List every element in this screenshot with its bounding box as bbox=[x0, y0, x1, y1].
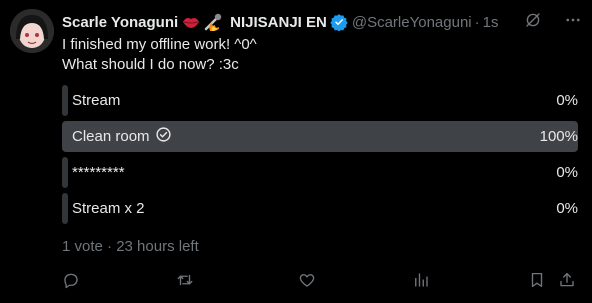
poll-option[interactable]: ********* 0% bbox=[62, 157, 578, 188]
poll-option-percent: 0% bbox=[556, 92, 578, 109]
tweet-header: Scarle Yonaguni NIJISANJI EN @ScarleYona… bbox=[62, 12, 582, 32]
views-icon[interactable] bbox=[412, 271, 430, 289]
tweet-text-line: I finished my offline work! ^0^ bbox=[62, 36, 257, 53]
timestamp[interactable]: 1s bbox=[483, 14, 499, 31]
handle[interactable]: @ScarleYonaguni bbox=[352, 14, 472, 31]
poll-meta: 1 vote · 23 hours left bbox=[62, 238, 199, 255]
bookmark-icon[interactable] bbox=[528, 271, 546, 289]
display-name[interactable]: Scarle Yonaguni bbox=[62, 14, 178, 31]
poll-option-percent: 100% bbox=[539, 128, 578, 145]
microphone-fire-emoji-icon bbox=[204, 13, 226, 31]
more-icon[interactable] bbox=[564, 11, 582, 33]
poll-option[interactable]: Stream x 2 0% bbox=[62, 193, 578, 224]
poll-option[interactable]: Clean room 100% bbox=[62, 121, 578, 152]
verified-badge-icon[interactable] bbox=[330, 13, 348, 31]
action-bar bbox=[62, 269, 580, 291]
poll-option-label: Clean room bbox=[72, 128, 150, 145]
poll-option-label-wrap: Clean room bbox=[62, 126, 172, 147]
separator-dot: · bbox=[474, 13, 480, 31]
poll: Stream 0% Clean room 100% ********* 0% S… bbox=[62, 85, 578, 229]
poll-option-percent: 0% bbox=[556, 164, 578, 181]
affiliation-name[interactable]: NIJISANJI EN bbox=[230, 14, 327, 31]
tweet-text: I finished my offline work! ^0^ What sho… bbox=[62, 35, 462, 75]
share-icon[interactable] bbox=[558, 271, 576, 289]
poll-option-label: Stream bbox=[72, 92, 121, 109]
poll-option-percent: 0% bbox=[556, 200, 578, 217]
tweet-text-line: What should I do now? :3c bbox=[62, 56, 239, 73]
like-icon[interactable] bbox=[298, 271, 316, 289]
check-circle-icon bbox=[155, 126, 172, 147]
reply-icon[interactable] bbox=[62, 271, 80, 289]
retweet-icon[interactable] bbox=[176, 271, 194, 289]
poll-option-label: Stream x 2 bbox=[72, 200, 145, 217]
lips-emoji-icon bbox=[182, 15, 200, 29]
poll-option[interactable]: Stream 0% bbox=[62, 85, 578, 116]
poll-option-label: ********* bbox=[72, 164, 125, 181]
grok-icon[interactable] bbox=[524, 11, 542, 33]
avatar[interactable] bbox=[10, 9, 54, 53]
